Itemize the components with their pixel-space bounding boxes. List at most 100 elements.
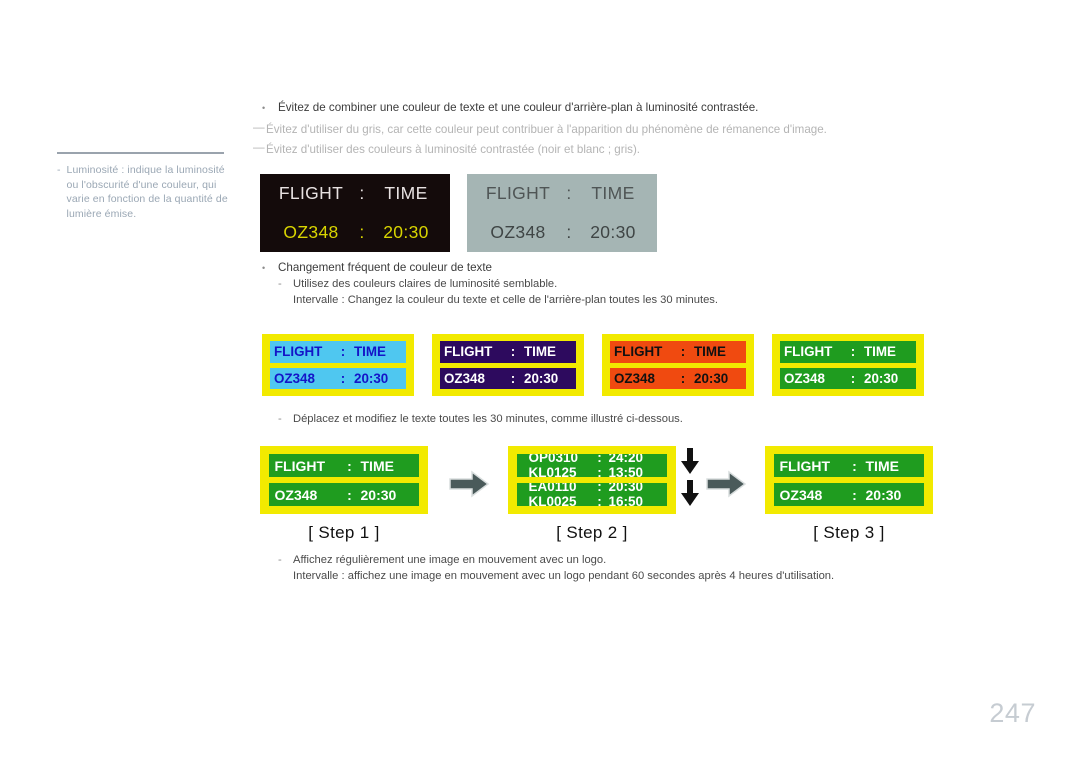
scroll-row: OP0310 : 24:20: [517, 454, 667, 465]
flight-number-value: KL0125: [528, 465, 577, 477]
body-line-6: Intervalle : Changez la couleur du texte…: [293, 294, 718, 306]
colon-separator: :: [566, 222, 572, 242]
em-dash-marker: —: [253, 141, 265, 154]
flight-panel-dark: FLIGHT : TIME OZ348 : 20:30: [260, 174, 450, 252]
flight-time-value: 20:30: [383, 222, 429, 242]
step-1-bracket-open: [: [308, 523, 314, 542]
colon-separator: :: [347, 486, 352, 503]
colon-separator: :: [340, 370, 346, 386]
step-2-bracket-close: ]: [622, 523, 628, 542]
time-label: TIME: [694, 344, 726, 360]
flight-number-value: EA0110: [528, 483, 577, 494]
step-3-header: FLIGHT : TIME: [774, 454, 924, 477]
body-line-7-text: Déplacez et modifiez le texte toutes les…: [293, 413, 683, 425]
color-panel-cyan: FLIGHT : TIME OZ348 : 20:30: [262, 334, 414, 396]
step-3-label-text: Step 3: [823, 523, 875, 542]
flight-label: FLIGHT: [485, 183, 551, 203]
arrow-right-icon: [448, 470, 490, 503]
step-1-label-text: Step 1: [318, 523, 370, 542]
arrow-down-icon: [679, 446, 701, 481]
body-line-5: - Utilisez des couleurs claires de lumino…: [278, 278, 557, 290]
flight-time-value: 20:30: [865, 486, 902, 503]
flight-time-value: 20:30: [354, 370, 389, 386]
margin-note-divider: [57, 152, 224, 154]
flight-time-value: 13:50: [608, 465, 644, 477]
body-line-4-text: Changement fréquent de couleur de texte: [278, 261, 492, 274]
color-panel-orange-values: OZ348 : 20:30: [610, 367, 746, 389]
margin-note-text: Luminosité : indique la luminosité ou l'…: [66, 164, 228, 220]
flight-label: FLIGHT: [274, 344, 323, 360]
colon-separator: :: [510, 370, 516, 386]
flight-time-value: 24:20: [608, 454, 644, 465]
colon-separator: :: [359, 222, 365, 242]
color-panel-cyan-header: FLIGHT : TIME: [270, 341, 406, 363]
body-line-2-text: Évitez d'utiliser du gris, car cette cou…: [266, 123, 827, 136]
colon-separator: :: [852, 486, 857, 503]
flight-panel-gray: FLIGHT : TIME OZ348 : 20:30: [467, 174, 657, 252]
colon-separator: :: [680, 344, 686, 360]
colon-separator: :: [597, 465, 602, 477]
arrow-right-icon: [705, 470, 747, 503]
time-label: TIME: [354, 344, 386, 360]
colon-separator: :: [347, 457, 352, 474]
flight-label: FLIGHT: [278, 183, 344, 203]
color-panel-green: FLIGHT : TIME OZ348 : 20:30: [772, 334, 924, 396]
flight-number-value: OZ348: [490, 222, 546, 242]
flight-time-value: 20:30: [608, 483, 644, 494]
manual-page: - Luminosité : indique la luminosité ou …: [0, 0, 1080, 763]
flight-number-value: OZ348: [779, 486, 823, 503]
body-line-2: —Évitez d'utiliser du gris, car cette co…: [253, 121, 827, 136]
dash-marker: -: [278, 554, 282, 566]
flight-number-value: OZ348: [274, 370, 315, 386]
colon-separator: :: [850, 344, 856, 360]
colon-separator: :: [680, 370, 686, 386]
flight-label: FLIGHT: [614, 344, 663, 360]
color-panel-orange-header: FLIGHT : TIME: [610, 341, 746, 363]
time-label: TIME: [384, 183, 428, 203]
body-line-3: —Évitez d'utiliser des couleurs à lumino…: [253, 141, 640, 156]
colon-separator: :: [597, 454, 602, 465]
margin-note-dash: -: [57, 164, 61, 176]
bullet-marker: •: [262, 262, 266, 273]
body-line-7: - Déplacez et modifiez le texte toutes le…: [278, 413, 683, 425]
step-3-bracket-open: [: [813, 523, 819, 542]
step-1-bracket-close: ]: [374, 523, 380, 542]
step-2-label: [ Step 2 ]: [508, 523, 676, 543]
colon-separator: :: [359, 183, 365, 203]
step-2-label-text: Step 2: [566, 523, 618, 542]
body-line-8-text: Affichez régulièrement une image en mouv…: [293, 554, 607, 566]
flight-time-value: 20:30: [360, 486, 397, 503]
flight-time-value: 20:30: [590, 222, 636, 242]
color-panel-cyan-values: OZ348 : 20:30: [270, 367, 406, 389]
step-1-values: OZ348 : 20:30: [269, 483, 419, 506]
body-line-4: • Changement fréquent de couleur de texte: [262, 261, 492, 274]
scroll-row: KL0025 : 16:50: [517, 494, 667, 506]
step-1-panel: FLIGHT : TIME OZ348 : 20:30: [260, 446, 428, 514]
em-dash-marker: —: [253, 121, 265, 134]
flight-panel-gray-values: OZ348 : 20:30: [467, 213, 657, 252]
step-2-scrolling-bar-2: EA0110 : 20:30 KL0025 : 16:50: [517, 483, 667, 506]
colon-separator: :: [340, 344, 346, 360]
color-panel-orange: FLIGHT : TIME OZ348 : 20:30: [602, 334, 754, 396]
body-line-3-text: Évitez d'utiliser des couleurs à luminos…: [266, 143, 641, 156]
colon-separator: :: [597, 483, 602, 494]
flight-panel-dark-header: FLIGHT : TIME: [260, 174, 450, 213]
color-panel-green-values: OZ348 : 20:30: [780, 367, 916, 389]
step-3-panel: FLIGHT : TIME OZ348 : 20:30: [765, 446, 933, 514]
color-panel-purple: FLIGHT : TIME OZ348 : 20:30: [432, 334, 584, 396]
body-line-1: • Évitez de combiner une couleur de texte…: [262, 101, 758, 114]
step-3: FLIGHT : TIME OZ348 : 20:30 [ Step 3 ]: [765, 446, 933, 543]
flight-label: FLIGHT: [274, 457, 326, 474]
body-line-9-text: Intervalle : affichez une image en mouve…: [293, 570, 835, 582]
time-label: TIME: [524, 344, 556, 360]
flight-number-value: OZ348: [274, 486, 318, 503]
colon-separator: :: [597, 494, 602, 506]
flight-label: FLIGHT: [444, 344, 493, 360]
time-label: TIME: [865, 457, 899, 474]
flight-number-value: KL0025: [528, 494, 577, 506]
step-2-bracket-open: [: [556, 523, 562, 542]
body-line-8: - Affichez régulièrement une image en mou…: [278, 554, 606, 566]
flight-time-value: 20:30: [694, 370, 729, 386]
flight-number-value: OZ348: [444, 370, 485, 386]
colon-separator: :: [850, 370, 856, 386]
